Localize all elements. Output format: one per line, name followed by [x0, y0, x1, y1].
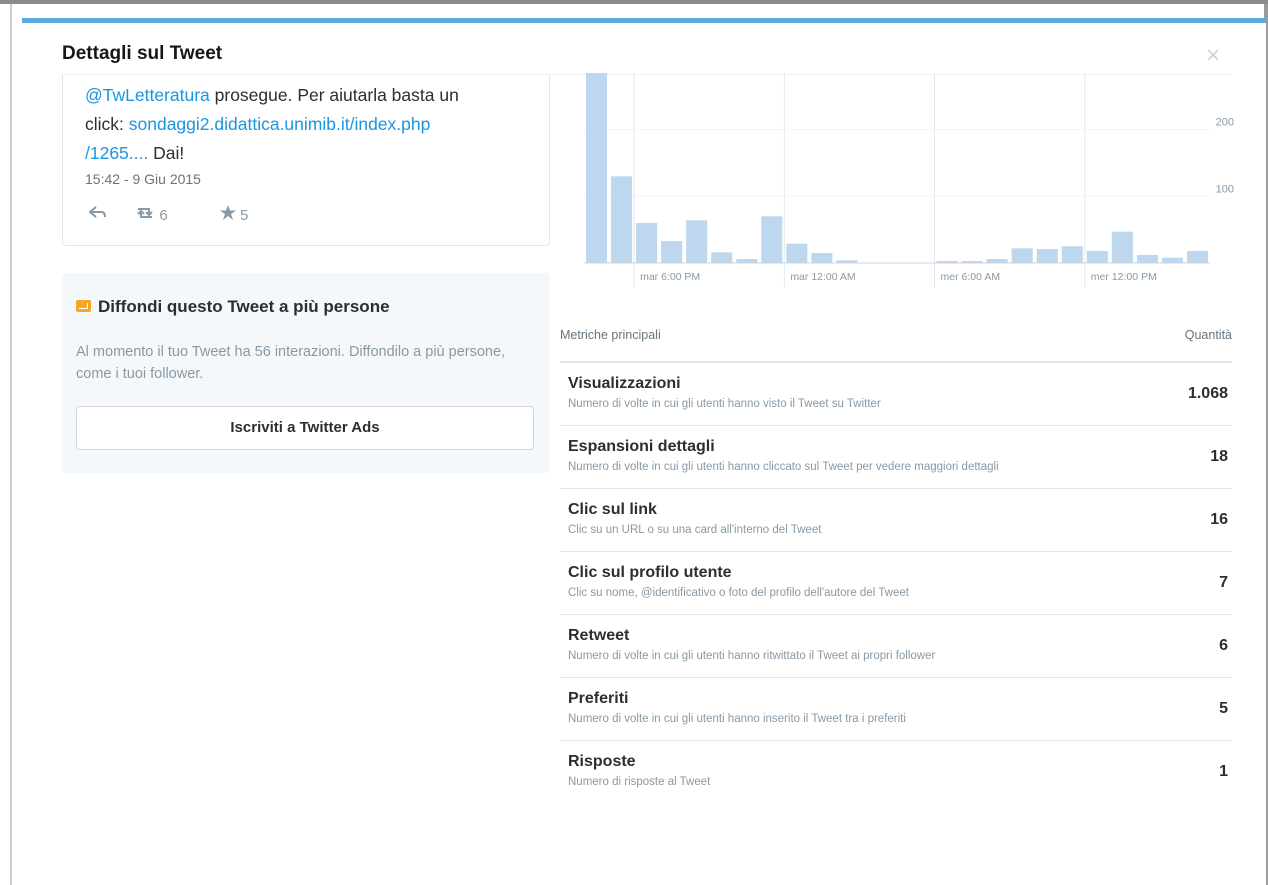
metric-value: 1 — [1219, 763, 1228, 780]
metric-name: Risposte — [568, 753, 636, 770]
chart-ytick-label: 200 — [1216, 117, 1234, 129]
tweet-details-modal: Dettagli sul Tweet × @TwLetteratura pros… — [22, 23, 1266, 885]
tweet-timestamp: 15:42 - 9 Giu 2015 — [85, 171, 201, 187]
window-left-border — [10, 4, 12, 885]
promote-icon — [76, 300, 91, 312]
retweet-count: 6 — [159, 207, 168, 224]
tweet-actions: 6 5 — [88, 205, 296, 224]
close-icon[interactable]: × — [1202, 44, 1224, 68]
metric-value: 1.068 — [1187, 385, 1228, 402]
chart-bar — [586, 73, 608, 263]
chart-ytick-label: 100 — [1216, 183, 1234, 195]
metric-value: 18 — [1210, 448, 1228, 465]
chart-bar — [786, 243, 808, 263]
metric-name: Espansioni dettagli — [568, 438, 715, 455]
metric-value: 16 — [1210, 511, 1228, 528]
twitter-ads-signup-button[interactable]: Iscriviti a Twitter Ads — [76, 406, 534, 450]
chart-xtick-label: mer 6:00 AM — [941, 271, 1001, 283]
chart-bar — [1036, 249, 1058, 263]
chart-bar — [661, 241, 683, 263]
promote-title: Diffondi questo Tweet a più persone — [98, 297, 390, 316]
tweet-url-link-continued[interactable]: /1265.... — [85, 143, 148, 163]
chart-bar — [1186, 251, 1208, 263]
metric-name: Preferiti — [568, 690, 629, 707]
modal-title: Dettagli sul Tweet — [62, 43, 223, 64]
tweet-url-link[interactable]: sondaggi2.didattica.unimib.it/index.php — [129, 114, 431, 134]
metric-name: Retweet — [568, 627, 630, 644]
chart-bar — [986, 259, 1008, 263]
promote-panel: Diffondi questo Tweet a più persone Al m… — [62, 273, 550, 473]
metric-row: Retweet Numero di volte in cui gli utenti… — [560, 615, 1232, 678]
promote-description: Al momento il tuo Tweet ha 56 interazion… — [76, 344, 506, 382]
metric-description: Numero di volte in cui gli utenti hanno … — [568, 461, 999, 473]
chart-bar — [1111, 231, 1133, 263]
metric-name: Clic sul link — [568, 501, 657, 518]
metric-description: Numero di risposte al Tweet — [568, 776, 711, 788]
metrics-header-label: Metriche principali — [560, 328, 661, 342]
metrics-header: Metriche principali Quantità — [560, 323, 1232, 363]
metric-row: Clic sul profilo utente Clic su nome, @id… — [560, 552, 1232, 615]
retweet-icon — [137, 208, 153, 218]
star-icon — [219, 205, 236, 220]
favorite-count: 5 — [240, 207, 249, 224]
chart-bar — [611, 176, 633, 263]
tweet-text-part: prosegue. Per aiutarla basta un — [209, 85, 459, 105]
chart-xtick-label: mar 6:00 PM — [640, 271, 700, 283]
tweet-text-part: Dai! — [148, 143, 185, 163]
mention-link[interactable]: @TwLetteratura — [85, 85, 210, 105]
retweet-action[interactable]: 6 — [135, 207, 196, 224]
impressions-chart: 100 200 mar 6:00 PM mar 12:00 AM mer 6:00 AM… — [562, 73, 1242, 303]
reply-icon[interactable] — [88, 206, 111, 224]
metric-row: Espansioni dettagli Numero di volte in cu… — [560, 426, 1232, 489]
chart-xtick-label: mer 12:00 PM — [1091, 271, 1157, 283]
chart-bar — [1161, 257, 1183, 263]
chart-bar — [1011, 248, 1033, 263]
metric-row: Clic sul link Clic su un URL o su una car… — [560, 489, 1232, 552]
chart-bar — [811, 253, 833, 263]
tweet-card: @TwLetteratura prosegue. Per aiutarla ba… — [62, 75, 550, 246]
metric-row: Visualizzazioni Numero di volte in cui gl… — [560, 363, 1232, 426]
chart-bar — [686, 220, 708, 263]
metric-description: Clic su nome, @identificativo o foto del… — [568, 587, 909, 599]
metric-description: Clic su un URL o su una card all'interno… — [568, 524, 822, 536]
window-top-border — [0, 0, 1268, 4]
metric-description: Numero di volte in cui gli utenti hanno … — [568, 650, 936, 662]
metric-row: Preferiti Numero di volte in cui gli uten… — [560, 678, 1232, 741]
metric-description: Numero di volte in cui gli utenti hanno … — [568, 398, 881, 410]
chart-bar — [1136, 255, 1158, 263]
chart-bar — [761, 216, 783, 263]
metric-value: 7 — [1219, 574, 1228, 591]
metrics-header-quantity: Quantità — [1184, 328, 1232, 342]
tweet-text: @TwLetteratura prosegue. Per aiutarla ba… — [85, 81, 535, 168]
chart-xtick-label: mar 12:00 AM — [790, 271, 855, 283]
chart-bar — [711, 252, 733, 263]
chart-bar — [1061, 246, 1083, 263]
metric-name: Visualizzazioni — [568, 375, 681, 392]
chart-bar — [636, 223, 658, 263]
chart-bar — [1086, 251, 1108, 263]
metric-row: Risposte Numero di risposte al Tweet 1 — [560, 741, 1232, 803]
metric-description: Numero di volte in cui gli utenti hanno … — [568, 713, 906, 725]
favorite-action[interactable]: 5 — [219, 205, 273, 224]
metric-value: 5 — [1219, 700, 1228, 717]
chart-bar — [736, 259, 758, 263]
metric-value: 6 — [1219, 637, 1228, 654]
metrics-list: Visualizzazioni Numero di volte in cui gl… — [560, 363, 1232, 803]
tweet-text-part: click: — [85, 114, 129, 134]
impressions-chart-svg: 100 200 mar 6:00 PM mar 12:00 AM mer 6:00 AM… — [584, 73, 1234, 288]
metric-name: Clic sul profilo utente — [568, 564, 732, 581]
